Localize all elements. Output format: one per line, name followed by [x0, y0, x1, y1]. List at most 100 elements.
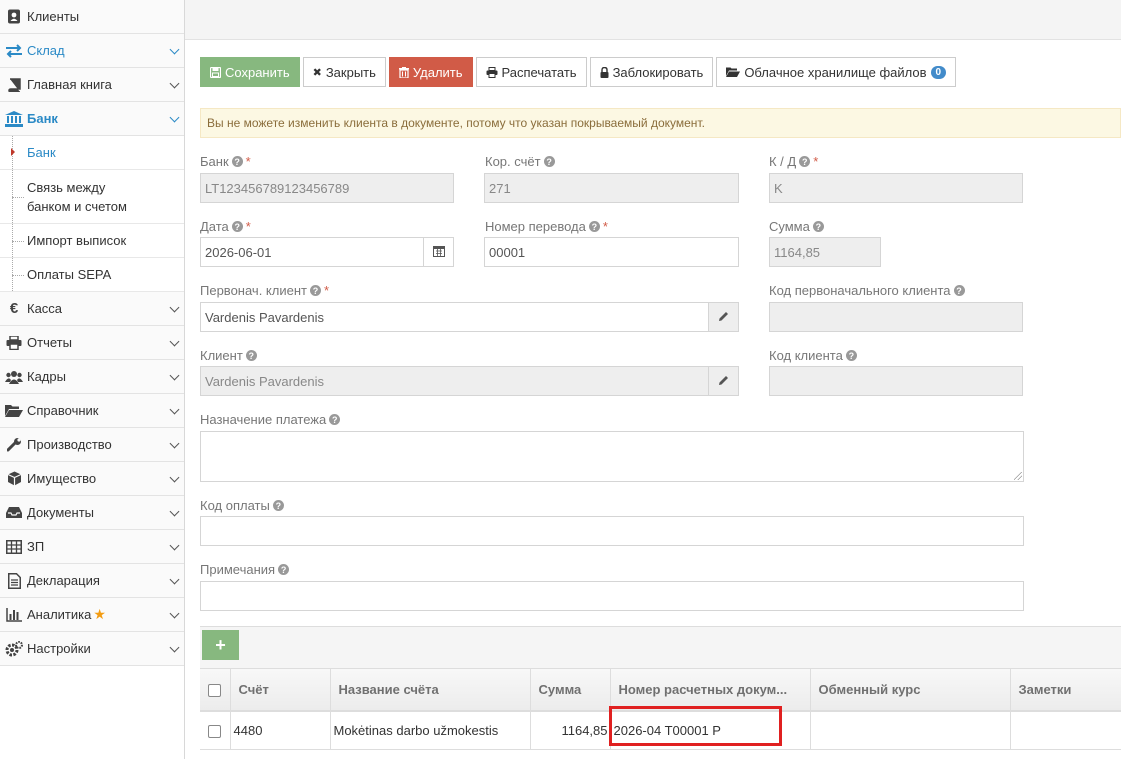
chevron-down-icon — [169, 44, 180, 55]
cloud-storage-button[interactable]: Облачное хранилище файлов 0 — [716, 57, 957, 87]
floppy-icon — [210, 66, 221, 78]
date-field[interactable]: 2026-06-01 — [200, 237, 424, 267]
chevron-down-icon — [169, 472, 180, 483]
transfer-number-field[interactable]: 00001 — [484, 237, 739, 267]
sidebar: Клиенты Склад Главная книга Банк Банк Св… — [0, 0, 185, 759]
sum-label: Сумма ? — [769, 219, 824, 234]
payment-purpose-textarea[interactable] — [200, 431, 1024, 482]
help-icon[interactable]: ? — [309, 285, 321, 296]
pencil-icon — [718, 310, 729, 325]
trash-icon — [398, 66, 409, 78]
help-icon[interactable]: ? — [812, 221, 824, 232]
chevron-down-icon — [169, 404, 180, 415]
help-icon[interactable]: ? — [231, 221, 243, 232]
column-header-amount[interactable]: Сумма — [530, 669, 611, 712]
sidebar-item-clients[interactable]: Клиенты — [0, 0, 184, 34]
print-button[interactable]: Распечатать — [475, 57, 587, 87]
resize-handle[interactable] — [1014, 472, 1022, 480]
cell-settlement-doc[interactable]: 2026-04 T00001 P — [610, 711, 811, 750]
sidebar-item-assets[interactable]: Имущество — [0, 462, 184, 496]
client-label-text: Клиент — [200, 348, 243, 363]
cell-notes[interactable] — [1010, 711, 1121, 750]
lock-icon — [600, 66, 609, 78]
bank-field[interactable]: LT123456789123456789 — [200, 173, 454, 203]
sidebar-item-declaration[interactable]: Декларация — [0, 564, 184, 598]
folder-open-icon — [726, 67, 741, 77]
lock-label: Заблокировать — [612, 64, 704, 80]
help-icon[interactable]: ? — [953, 285, 965, 296]
sum-field[interactable]: 1164,85 — [769, 237, 881, 267]
payment-code-label-text: Код оплаты — [200, 498, 270, 513]
sidebar-item-analytics[interactable]: Аналитика ★ — [0, 598, 184, 632]
close-button[interactable]: ✖ Закрыть — [302, 57, 386, 87]
help-icon[interactable]: ? — [588, 221, 600, 232]
help-icon[interactable]: ? — [799, 156, 811, 167]
edit-client-button[interactable] — [708, 366, 739, 396]
save-button[interactable]: Сохранить — [200, 57, 300, 87]
save-label: Сохранить — [225, 64, 290, 80]
column-header-notes[interactable]: Заметки — [1010, 669, 1121, 712]
sidebar-subitem-bank[interactable]: Банк — [0, 136, 184, 170]
column-header-exchange-rate[interactable]: Обменный курс — [810, 669, 1011, 712]
chevron-down-icon — [169, 370, 180, 381]
sidebar-item-production[interactable]: Производство — [0, 428, 184, 462]
add-row-button[interactable]: + — [202, 630, 239, 660]
sidebar-item-payroll[interactable]: ЗП — [0, 530, 184, 564]
original-client-field[interactable]: Vardenis Pavardenis — [200, 302, 709, 332]
cell-amount[interactable]: 1164,85 — [530, 711, 611, 750]
sidebar-item-label: Документы — [27, 505, 95, 520]
original-client-label: Первонач. клиент ? * — [200, 283, 329, 298]
column-header-settlement-doc[interactable]: Номер расчетных докум... — [610, 669, 811, 712]
cube-icon — [4, 469, 24, 489]
sidebar-item-hr[interactable]: Кадры — [0, 360, 184, 394]
original-client-code-field[interactable] — [769, 302, 1023, 332]
address-book-icon — [4, 7, 24, 27]
sidebar-item-settings[interactable]: Настройки — [0, 632, 184, 666]
chevron-down-icon — [169, 336, 180, 347]
help-icon[interactable]: ? — [329, 414, 341, 425]
column-header-account-name[interactable]: Название счёта — [330, 669, 531, 712]
chevron-down-icon — [169, 112, 180, 123]
column-header-account[interactable]: Счёт — [230, 669, 331, 712]
sidebar-item-warehouse[interactable]: Склад — [0, 34, 184, 68]
sidebar-item-directory[interactable]: Справочник — [0, 394, 184, 428]
row-checkbox[interactable] — [208, 724, 222, 738]
help-icon[interactable]: ? — [245, 350, 257, 361]
client-code-field[interactable] — [769, 366, 1023, 396]
cell-account-name[interactable]: Mokėtinas darbo užmokestis — [330, 711, 531, 750]
sidebar-item-reports[interactable]: Отчеты — [0, 326, 184, 360]
help-icon[interactable]: ? — [231, 156, 243, 167]
cell-account[interactable]: 4480 — [230, 711, 331, 750]
table-row[interactable]: 4480 Mokėtinas darbo užmokestis 1164,85 … — [200, 711, 1121, 750]
sidebar-subitem-import-statements[interactable]: Импорт выписок — [0, 224, 184, 258]
corr-account-field[interactable]: 271 — [484, 173, 739, 203]
sidebar-subitem-bank-account-link[interactable]: Связь между банком и счетом — [0, 170, 184, 224]
payment-code-field[interactable] — [200, 516, 1024, 546]
client-field[interactable]: Vardenis Pavardenis — [200, 366, 709, 396]
inbox-icon — [4, 503, 24, 523]
sidebar-item-ledger[interactable]: Главная книга — [0, 68, 184, 102]
help-icon[interactable]: ? — [845, 350, 857, 361]
sidebar-subitem-sepa[interactable]: Оплаты SEPA — [0, 258, 184, 292]
sidebar-subitem-label: Оплаты SEPA — [27, 267, 112, 282]
help-icon[interactable]: ? — [543, 156, 555, 167]
calendar-button[interactable] — [423, 237, 454, 267]
select-all-checkbox[interactable] — [208, 684, 222, 698]
delete-button[interactable]: Удалить — [388, 57, 473, 87]
cell-exchange-rate[interactable] — [810, 711, 1011, 750]
help-icon[interactable]: ? — [272, 500, 284, 511]
sidebar-item-cash[interactable]: € Касса — [0, 292, 184, 326]
kd-field[interactable]: K — [769, 173, 1023, 203]
notes-field[interactable] — [200, 581, 1024, 611]
sidebar-subitem-label: Импорт выписок — [27, 233, 127, 248]
edit-original-client-button[interactable] — [708, 302, 739, 332]
chevron-down-icon — [169, 78, 180, 89]
sidebar-item-bank[interactable]: Банк — [0, 102, 184, 136]
exchange-icon — [4, 41, 24, 61]
original-client-label-text: Первонач. клиент — [200, 283, 307, 298]
sidebar-item-label: Склад — [27, 43, 65, 58]
lock-button[interactable]: Заблокировать — [589, 57, 714, 87]
sidebar-item-documents[interactable]: Документы — [0, 496, 184, 530]
chevron-down-icon — [169, 540, 180, 551]
help-icon[interactable]: ? — [278, 564, 290, 575]
